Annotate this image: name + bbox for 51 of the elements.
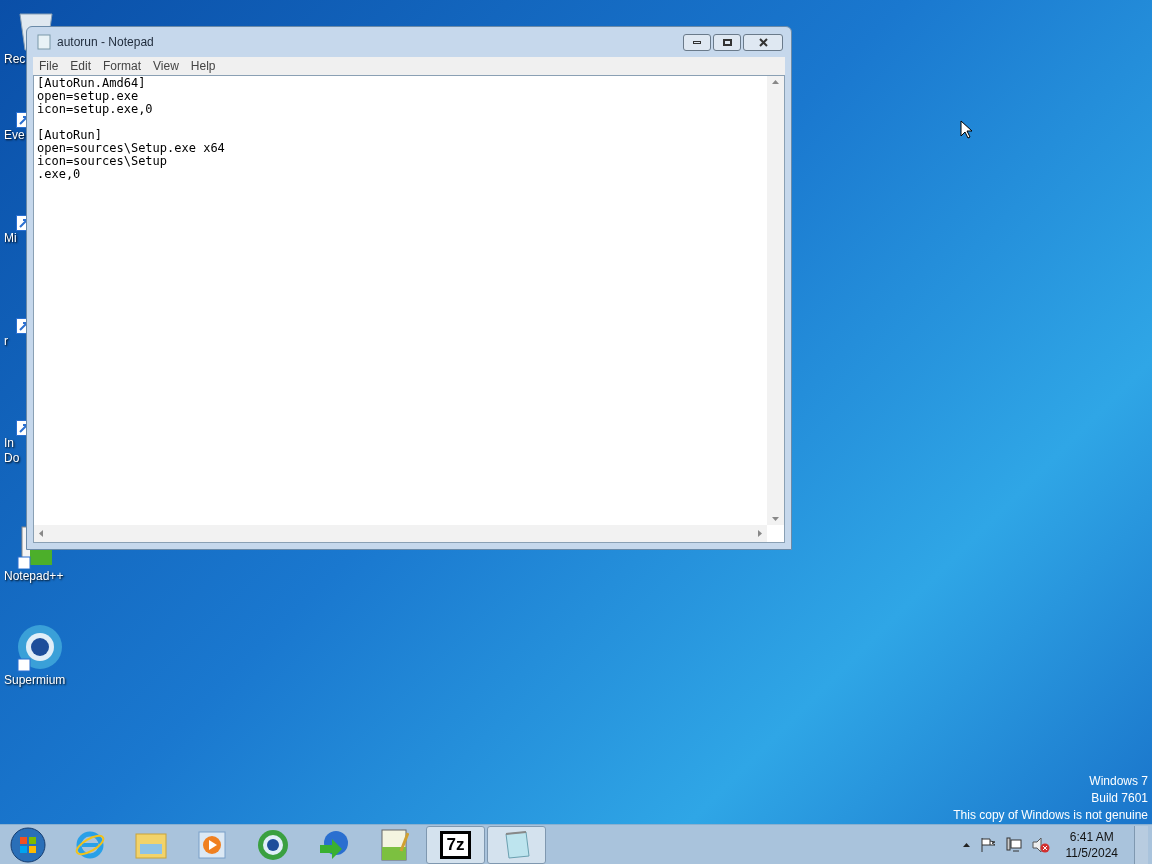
close-icon	[758, 37, 768, 47]
notepad-document-icon	[380, 828, 409, 861]
desktop-icon-label[interactable]: Eve	[4, 128, 25, 143]
mouse-pointer-icon	[960, 120, 973, 139]
minimize-button[interactable]	[683, 33, 711, 51]
text-line: open=setup.exe	[37, 90, 139, 103]
desktop-icon-label[interactable]: In	[4, 436, 14, 451]
media-player-icon	[197, 830, 226, 859]
text-line: icon=setup.exe,0	[37, 103, 154, 116]
windows-orb-icon	[10, 826, 46, 863]
start-button[interactable]	[8, 825, 48, 864]
network-icon[interactable]	[1005, 836, 1022, 853]
clock-date[interactable]: 11/5/2024	[1065, 844, 1118, 861]
globe-icon	[256, 828, 289, 861]
left-arrow-icon	[39, 530, 43, 537]
desktop-icon-label[interactable]: r	[4, 334, 8, 349]
archiver-logo: 7z	[439, 830, 472, 859]
version-notice: Build 7601	[1091, 790, 1148, 807]
menu-item[interactable]: File	[39, 57, 59, 75]
desktop-icon-label[interactable]: Supermium	[4, 673, 66, 688]
text-line: open=sources\Setup.exe x64	[37, 142, 226, 155]
version-notice: This copy of Windows is not genuine	[953, 807, 1148, 824]
globe-arrow-icon	[317, 828, 350, 861]
maximize-button[interactable]	[713, 33, 741, 51]
version-notice: Windows 7	[1089, 773, 1148, 790]
globe-icon	[16, 625, 64, 673]
up-arrow-icon	[772, 80, 779, 84]
text-line: [AutoRun]	[37, 129, 104, 142]
flag-icon[interactable]	[979, 836, 996, 853]
text-line: .exe,0	[37, 168, 81, 181]
notepad-icon	[37, 34, 51, 50]
text-line: [AutoRun.Amd64]	[37, 77, 147, 90]
text-line: icon=sources\Setup	[37, 155, 168, 168]
menu-item[interactable]: Format	[103, 57, 142, 75]
menu-item[interactable]: Edit	[70, 57, 92, 75]
menu-item[interactable]: Help	[190, 57, 216, 75]
menu-item[interactable]: View	[153, 57, 179, 75]
horizontal-scrollbar[interactable]	[34, 525, 767, 542]
taskbar-app-button[interactable]: 7z	[426, 825, 485, 864]
show-hidden-icons-icon[interactable]	[962, 842, 970, 847]
desktop-icon-label[interactable]: Rec	[4, 52, 26, 67]
clock-time[interactable]: 6:41 AM	[1069, 828, 1114, 845]
right-arrow-icon	[758, 530, 762, 537]
desktop-icon-label[interactable]: Do	[4, 451, 20, 466]
down-arrow-icon	[772, 517, 779, 521]
desktop-icon-label[interactable]: Mi	[4, 231, 17, 246]
vertical-scrollbar[interactable]	[767, 76, 784, 525]
close-button[interactable]	[743, 33, 783, 51]
desktop-icon-label[interactable]: Notepad++	[4, 569, 64, 584]
muted-speaker-icon[interactable]	[1031, 836, 1050, 853]
window-title: autorun - Notepad	[57, 34, 154, 51]
